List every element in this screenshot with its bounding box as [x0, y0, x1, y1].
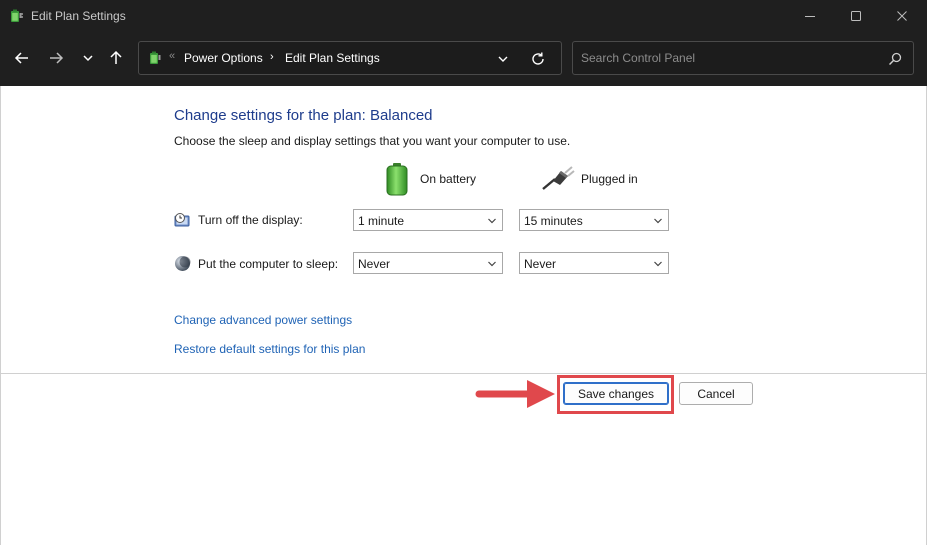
- sleep-plugged-in-value: Never: [524, 257, 557, 271]
- minimize-icon: [805, 16, 815, 17]
- address-bar[interactable]: « Power Options › Edit Plan Settings: [138, 41, 562, 75]
- recent-locations-chevron-icon: [83, 55, 93, 62]
- window-title: Edit Plan Settings: [31, 9, 126, 23]
- display-plugged-in-value: 15 minutes: [524, 214, 583, 228]
- search-box[interactable]: Search Control Panel: [572, 41, 914, 75]
- forward-arrow-icon: [50, 52, 64, 64]
- battery-icon: [386, 163, 408, 196]
- cancel-button[interactable]: Cancel: [679, 382, 753, 405]
- plugged-in-label: Plugged in: [581, 172, 638, 186]
- page-description: Choose the sleep and display settings th…: [174, 134, 571, 148]
- dropdown-chevron-icon: [488, 218, 496, 224]
- power-options-icon: [150, 51, 161, 64]
- restore-defaults-link[interactable]: Restore default settings for this plan: [174, 342, 365, 356]
- display-plugged-in-select[interactable]: 15 minutes: [519, 209, 669, 231]
- display-on-battery-select[interactable]: 1 minute: [353, 209, 503, 231]
- content-pane: Change settings for the plan: Balanced C…: [0, 86, 927, 545]
- on-battery-label: On battery: [420, 172, 477, 186]
- sleep-moon-icon: [175, 256, 191, 271]
- back-arrow-icon: [14, 52, 28, 64]
- navigation-bar: « Power Options › Edit Plan Settings Sea…: [0, 32, 927, 86]
- title-bar: Edit Plan Settings: [0, 0, 927, 32]
- sleep-on-battery-value: Never: [358, 257, 391, 271]
- sleep-plugged-in-select[interactable]: Never: [519, 252, 669, 274]
- forward-button[interactable]: [44, 46, 68, 70]
- display-timer-icon: [174, 213, 190, 227]
- search-icon[interactable]: [887, 51, 903, 67]
- power-options-icon: [11, 9, 23, 22]
- recent-locations-button[interactable]: [76, 46, 100, 70]
- dropdown-chevron-icon: [488, 261, 496, 267]
- maximize-icon: [851, 11, 861, 21]
- annotation-arrow: [475, 380, 555, 408]
- turn-off-display-label: Turn off the display:: [198, 213, 303, 227]
- breadcrumb-power-options[interactable]: Power Options: [184, 51, 263, 65]
- refresh-icon[interactable]: [529, 50, 547, 68]
- dropdown-chevron-icon: [654, 218, 662, 224]
- address-dropdown-icon[interactable]: [495, 51, 511, 67]
- page-title: Change settings for the plan: Balanced: [174, 107, 433, 124]
- maximize-button[interactable]: [833, 0, 879, 32]
- display-on-battery-value: 1 minute: [358, 214, 405, 228]
- minimize-button[interactable]: [787, 0, 833, 32]
- up-button[interactable]: [104, 46, 128, 70]
- advanced-power-settings-link[interactable]: Change advanced power settings: [174, 313, 352, 327]
- sleep-on-battery-select[interactable]: Never: [353, 252, 503, 274]
- search-input[interactable]: Search Control Panel: [581, 51, 695, 65]
- back-button[interactable]: [10, 46, 34, 70]
- dropdown-chevron-icon: [654, 261, 662, 267]
- computer-sleep-label: Put the computer to sleep:: [198, 257, 339, 271]
- close-icon: [897, 11, 907, 21]
- save-changes-button[interactable]: Save changes: [563, 382, 669, 405]
- breadcrumb-overflow[interactable]: «: [169, 50, 175, 62]
- up-arrow-icon: [110, 50, 122, 64]
- close-button[interactable]: [879, 0, 925, 32]
- divider: [1, 373, 926, 374]
- breadcrumb-separator[interactable]: ›: [270, 51, 274, 63]
- breadcrumb-edit-plan-settings[interactable]: Edit Plan Settings: [285, 51, 380, 65]
- power-plug-icon: [542, 166, 575, 190]
